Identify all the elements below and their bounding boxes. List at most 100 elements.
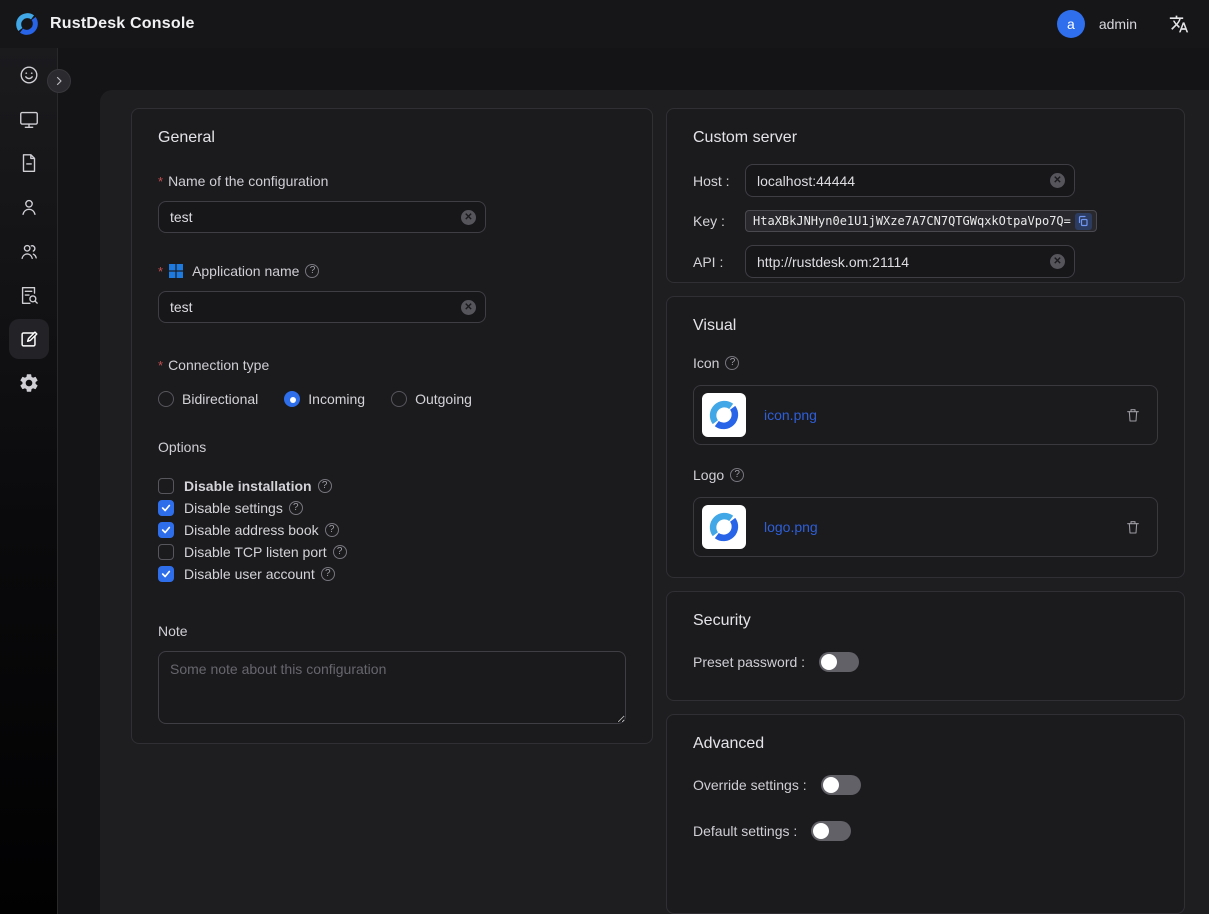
sidebar-expand-button[interactable] (47, 69, 71, 93)
checkbox-disable-tcp-listen-port[interactable]: Disable TCP listen port ? (158, 541, 626, 563)
gear-icon (18, 372, 40, 394)
audit-log-icon (18, 284, 40, 306)
checkbox-disable-user-account[interactable]: Disable user account ? (158, 563, 626, 585)
api-field[interactable] (746, 254, 1074, 270)
connection-type-label: Connection type (158, 357, 626, 373)
logo-thumbnail (702, 505, 746, 549)
sidebar-item-users[interactable] (9, 187, 49, 227)
radio-dot (391, 391, 407, 407)
radio-dot (284, 391, 300, 407)
sidebar-item-sessions[interactable] (9, 143, 49, 183)
radio-bidirectional[interactable]: Bidirectional (158, 391, 258, 407)
clear-app-name-icon[interactable]: ✕ (461, 300, 476, 315)
sidebar-item-custom-clients[interactable] (9, 319, 49, 359)
sidebar-item-groups[interactable] (9, 231, 49, 271)
icon-label: Icon ? (693, 355, 1158, 371)
preset-password-toggle[interactable] (819, 652, 859, 672)
icon-file-link[interactable]: icon.png (764, 407, 817, 423)
radio-incoming[interactable]: Incoming (284, 391, 365, 407)
disable-user-account-help-icon[interactable]: ? (321, 567, 335, 581)
custom-server-title: Custom server (693, 129, 1158, 147)
key-value: HtaXBkJNHyn0e1U1jWXze7A7CN7QTGWqxkOtpaVp… (753, 214, 1071, 228)
preset-password-label: Preset password : (693, 654, 805, 670)
logo-label: Logo ? (693, 467, 1158, 483)
general-title: General (158, 129, 626, 147)
checkbox-disable-installation[interactable]: Disable installation ? (158, 475, 626, 497)
clear-host-icon[interactable]: ✕ (1050, 173, 1065, 188)
disable-installation-help-icon[interactable]: ? (318, 479, 332, 493)
host-input[interactable]: ✕ (745, 164, 1075, 197)
sidebar (0, 48, 58, 914)
config-name-input[interactable]: ✕ (158, 201, 486, 233)
sidebar-item-dashboard[interactable] (9, 55, 49, 95)
delete-icon-file-icon[interactable] (1125, 407, 1141, 423)
options-label: Options (158, 439, 626, 455)
disable-settings-help-icon[interactable]: ? (289, 501, 303, 515)
monitor-icon (18, 108, 40, 130)
windows-icon (168, 263, 184, 279)
app-title: RustDesk Console (50, 15, 195, 33)
user-icon (18, 196, 40, 218)
host-field[interactable] (746, 173, 1074, 189)
users-icon (18, 240, 40, 262)
custom-server-card: Custom server Host : ✕ Key : HtaXBkJNHy (666, 108, 1185, 283)
toggle-knob (821, 654, 837, 670)
api-input[interactable]: ✕ (745, 245, 1075, 278)
override-settings-label: Override settings : (693, 777, 807, 793)
disable-address-book-help-icon[interactable]: ? (325, 523, 339, 537)
override-settings-toggle[interactable] (821, 775, 861, 795)
checkbox-disable-settings[interactable]: Disable settings ? (158, 497, 626, 519)
logo-help-icon[interactable]: ? (730, 468, 744, 482)
avatar[interactable]: a (1057, 10, 1085, 38)
default-settings-label: Default settings : (693, 823, 797, 839)
content-panel: General Name of the configuration ✕ (100, 90, 1209, 914)
username[interactable]: admin (1099, 16, 1137, 32)
sidebar-item-devices[interactable] (9, 99, 49, 139)
smiley-icon (18, 64, 40, 86)
sidebar-item-audit[interactable] (9, 275, 49, 315)
app-name-help-icon[interactable]: ? (305, 264, 319, 278)
clear-config-name-icon[interactable]: ✕ (461, 210, 476, 225)
document-icon (18, 152, 40, 174)
checkbox-icon (158, 544, 174, 560)
sidebar-item-settings[interactable] (9, 363, 49, 403)
api-label: API : (693, 254, 745, 270)
copy-key-icon[interactable] (1075, 213, 1092, 230)
clear-api-icon[interactable]: ✕ (1050, 254, 1065, 269)
note-textarea[interactable] (158, 651, 626, 724)
note-label: Note (158, 623, 626, 639)
default-settings-toggle[interactable] (811, 821, 851, 841)
app-name-input[interactable]: ✕ (158, 291, 486, 323)
app-name-field[interactable] (159, 299, 485, 315)
config-name-label: Name of the configuration (158, 173, 626, 189)
delete-logo-file-icon[interactable] (1125, 519, 1141, 535)
advanced-title: Advanced (693, 735, 1158, 753)
key-label: Key : (693, 213, 745, 229)
app-name-label: Application name ? (158, 263, 626, 279)
icon-help-icon[interactable]: ? (725, 356, 739, 370)
visual-title: Visual (693, 317, 1158, 335)
checkbox-icon (158, 566, 174, 582)
advanced-card: Advanced Override settings : Default set… (666, 714, 1185, 914)
topbar: RustDesk Console a admin (0, 0, 1209, 48)
main-area: General Name of the configuration ✕ (58, 48, 1209, 914)
edit-icon (18, 328, 40, 350)
radio-outgoing[interactable]: Outgoing (391, 391, 472, 407)
config-name-field[interactable] (159, 209, 485, 225)
rustdesk-console-app: RustDesk Console a admin (0, 0, 1209, 914)
translate-icon[interactable] (1169, 14, 1189, 34)
checkbox-icon (158, 500, 174, 516)
disable-tcp-help-icon[interactable]: ? (333, 545, 347, 559)
options-group: Disable installation ? Disable settings … (158, 475, 626, 585)
toggle-knob (823, 777, 839, 793)
host-label: Host : (693, 173, 745, 189)
toggle-knob (813, 823, 829, 839)
key-chip: HtaXBkJNHyn0e1U1jWXze7A7CN7QTGWqxkOtpaVp… (745, 210, 1097, 232)
logo-file-link[interactable]: logo.png (764, 519, 818, 535)
general-card: General Name of the configuration ✕ (131, 108, 653, 744)
radio-dot (158, 391, 174, 407)
icon-thumbnail (702, 393, 746, 437)
icon-file-row: icon.png (693, 385, 1158, 445)
checkbox-disable-address-book[interactable]: Disable address book ? (158, 519, 626, 541)
connection-type-group: Bidirectional Incoming Outgoing (158, 391, 626, 407)
